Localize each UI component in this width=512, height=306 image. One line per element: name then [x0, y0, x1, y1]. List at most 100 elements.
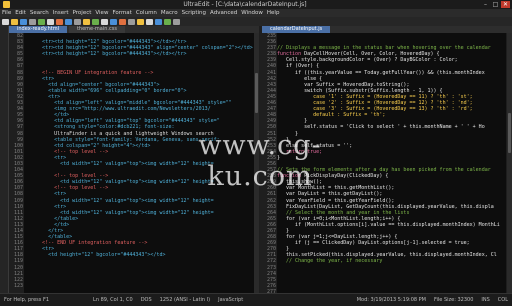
code-token: <td height="12" bgcolor="#444343"></td>	[24, 252, 166, 259]
code-token: function	[277, 51, 305, 58]
code-token: <td align="left" valign="top" bgcolor="#…	[24, 118, 220, 125]
menu-item-help[interactable]: Help	[265, 9, 282, 17]
code-token: switch (Suffix.substr(Suffix.length - 1,…	[277, 87, 443, 94]
right-code-line[interactable]: if (MonthList.options[i].value == this.d…	[277, 222, 506, 228]
code-token: <td width="12" valign="top"><img width="…	[24, 209, 214, 216]
left-scrollbar[interactable]	[254, 33, 259, 293]
code-token: <tr><td height="12" bgcolor="#444343"></…	[24, 39, 187, 46]
macro-icon[interactable]	[119, 18, 126, 25]
bookmark-icon[interactable]	[110, 18, 117, 25]
replace-icon[interactable]	[92, 18, 99, 25]
code-token: <tr><td height="12" bgcolor="#444343" al…	[24, 45, 253, 52]
wordwrap-icon[interactable]	[146, 18, 153, 25]
code-token: else {	[277, 75, 323, 82]
new-file-icon[interactable]	[2, 18, 9, 25]
code-token: }	[277, 130, 299, 137]
code-token: var YearField = this.getYearField();	[277, 197, 395, 204]
code-token: DayCellHover(Cell, Over, Color, HoveredD…	[304, 51, 440, 58]
code-token: if ((this.yearValue == Today.getFullYear…	[277, 69, 485, 76]
code-token: for (var j=1;j<=DayList.length;j++) {	[277, 234, 398, 241]
goto-icon[interactable]	[101, 18, 108, 25]
file-tab[interactable]: calendarDateInput.js	[262, 26, 331, 33]
maximize-icon[interactable]: □	[491, 1, 500, 8]
menu-item-column[interactable]: Column	[134, 9, 159, 17]
code-token: }	[277, 136, 290, 143]
code-token: }	[277, 118, 308, 125]
menu-item-file[interactable]: File	[0, 9, 13, 17]
left-line-number: 123	[13, 282, 23, 289]
code-token: <tr>	[24, 203, 67, 210]
redo-icon[interactable]	[47, 18, 54, 25]
close-icon[interactable]: ✕	[501, 1, 510, 8]
app-logo-icon	[3, 1, 10, 8]
find-icon[interactable]	[83, 18, 90, 25]
right-scrollbar[interactable]	[507, 33, 512, 293]
file-list-panel[interactable]	[0, 26, 9, 293]
status-modified: Mod: 3/19/2013 5:19:08 PM	[356, 297, 426, 303]
code-token: var MonthList = this.getMonthList();	[277, 185, 395, 192]
code-token: <tr>	[24, 191, 67, 198]
status-bar: For Help, press F1 Ln 89, Col 1, C0 DOS …	[0, 293, 512, 306]
right-code-editor[interactable]: // Displays a message in the status bar …	[277, 33, 506, 293]
file-tab[interactable]: index-ready.html	[9, 26, 67, 33]
left-code-line[interactable]	[24, 283, 254, 289]
menu-item-macro[interactable]: Macro	[159, 9, 180, 17]
ftp-icon[interactable]	[137, 18, 144, 25]
code-token: </tr>	[24, 228, 64, 234]
copy-icon[interactable]	[65, 18, 72, 25]
code-token: if (Over) {	[277, 63, 320, 70]
menu-item-search[interactable]: Search	[28, 9, 51, 17]
menu-item-insert[interactable]: Insert	[51, 9, 71, 17]
compare-icon[interactable]	[128, 18, 135, 25]
window-controls: – □ ✕	[480, 1, 510, 8]
status-mode: INS	[481, 297, 490, 303]
code-token: var Suffix = HoveredDay.toString();	[277, 81, 410, 88]
right-code-line[interactable]: self.status = 'Click to select ' + this.…	[277, 124, 506, 130]
code-token: }	[277, 228, 290, 234]
code-token: </table>	[24, 234, 73, 241]
cut-icon[interactable]	[56, 18, 63, 25]
left-scroll-thumb[interactable]	[255, 73, 258, 113]
status-language[interactable]: JavaScript	[218, 297, 243, 303]
right-scroll-thumb[interactable]	[508, 113, 511, 153]
code-token: <tr><td height="12" bgcolor="#444343"></…	[24, 51, 187, 58]
code-token: <td colspan="2" height="4"></td>	[24, 142, 151, 149]
right-line-numbers: 235 236 237 238 239 240 241 242 243 244 245 246 247 2…	[260, 33, 277, 295]
menu-item-scripting[interactable]: Scripting	[180, 9, 208, 17]
status-encoding[interactable]: 1252 (ANSI - Latin I)	[160, 297, 210, 303]
code-token: <tr>	[24, 246, 55, 253]
code-token: this.setPicked(this.displayed.yearValue,…	[277, 252, 497, 259]
code-token: PickDisplayDay(ClickedDay) {	[304, 173, 389, 180]
code-token: var DayList = this.getDayList();	[277, 191, 383, 198]
menu-item-edit[interactable]: Edit	[13, 9, 28, 17]
menu-item-project[interactable]: Project	[71, 9, 94, 17]
hex-icon[interactable]	[155, 18, 162, 25]
print-icon[interactable]	[29, 18, 36, 25]
left-line-numbers: 82 83 84 85 86 87 88 89 90 91 92 93 94 95 96 97 98 99 100 1…	[9, 33, 24, 293]
settings-icon[interactable]	[173, 18, 180, 25]
save-icon[interactable]	[20, 18, 27, 25]
menu-item-window[interactable]: Window	[239, 9, 265, 17]
right-tab-bar: calendarDateInput.js	[262, 26, 512, 33]
undo-icon[interactable]	[38, 18, 45, 25]
menu-item-advanced[interactable]: Advanced	[208, 9, 239, 17]
code-token: <!-- top level -->	[24, 173, 109, 180]
status-filesize: File Size: 32300	[433, 297, 474, 303]
minimize-icon[interactable]: –	[481, 1, 490, 8]
code-token: // Sets the form elements after a day ha…	[277, 167, 491, 174]
file-tab[interactable]: theme-main.css	[68, 26, 125, 33]
paste-icon[interactable]	[74, 18, 81, 25]
status-format[interactable]: DOS	[141, 297, 152, 303]
code-token: <img src="http://www.ultraedit.com/Newsl…	[24, 106, 211, 113]
code-token: <table style="font-family: Verdana, Gene…	[24, 136, 220, 143]
code-token: <td width="12" valign="top"><img width="…	[24, 160, 214, 167]
code-token: }	[277, 154, 281, 161]
code-token: case '1' : Suffix = (HoveredDay == 11) ?…	[277, 93, 473, 100]
menu-item-view[interactable]: View	[93, 9, 110, 17]
open-folder-icon[interactable]	[11, 18, 18, 25]
menu-item-format[interactable]: Format	[110, 9, 133, 17]
code-token: <!-- BEGIN UF integration feature -->	[24, 69, 154, 76]
left-code-editor[interactable]: <tr><td height="12" bgcolor="#444343"></…	[24, 33, 254, 293]
run-icon[interactable]	[164, 18, 171, 25]
